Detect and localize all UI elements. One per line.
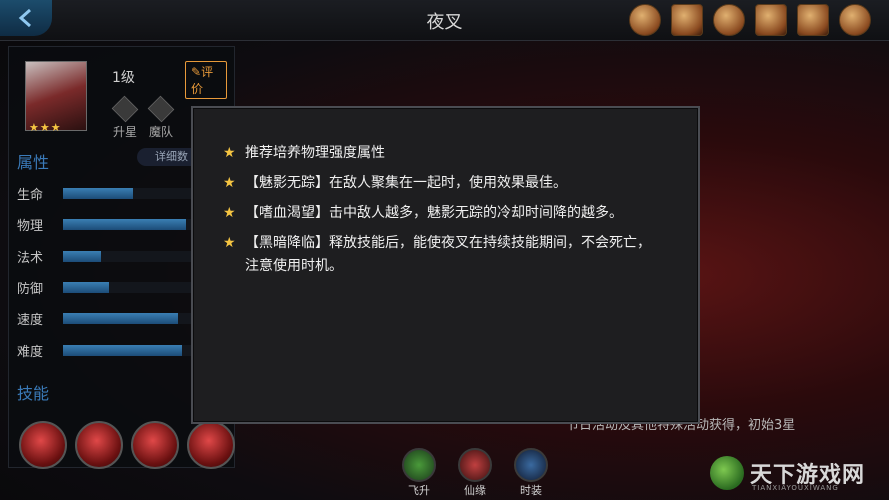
- star-icon: ★: [223, 205, 236, 221]
- ascend-icon: [402, 448, 436, 482]
- attribute-bar: [63, 188, 203, 199]
- tab-ascend-label: 飞升: [408, 484, 430, 497]
- top-menu-icons: [629, 4, 871, 36]
- fate-icon: [458, 448, 492, 482]
- team-label: 魔队: [148, 125, 173, 139]
- skill-3-icon[interactable]: [131, 421, 179, 469]
- scroll-icon[interactable]: [671, 4, 703, 36]
- top-bar: 夜叉: [0, 0, 889, 41]
- tip-text: 【魅影无踪】在敌人聚集在一起时，使用效果最佳。: [245, 175, 567, 191]
- hero-level: 1级: [112, 70, 135, 86]
- attribute-bar: [63, 251, 203, 262]
- magnifier-icon[interactable]: [839, 4, 871, 36]
- skill-list: [19, 421, 235, 469]
- tab-costume-label: 时装: [520, 484, 542, 497]
- attribute-fill: [63, 219, 187, 230]
- tips-list: ★ 推荐培养物理强度属性 ★ 【魅影无踪】在敌人聚集在一起时，使用效果最佳。 ★…: [223, 142, 663, 285]
- attribute-fill: [63, 188, 133, 199]
- hero-stars: ★★★: [29, 121, 62, 134]
- attribute-fill: [63, 313, 178, 324]
- attribute-bar: [63, 345, 203, 356]
- medal-icon[interactable]: [629, 4, 661, 36]
- attribute-fill: [63, 282, 110, 293]
- star-icon: ★: [223, 175, 236, 191]
- tip-text: 【黑暗降临】释放技能后，能使夜叉在持续技能期间，不会死亡，注意使用时机。: [245, 235, 651, 274]
- star-icon: ★: [223, 145, 236, 161]
- attribute-label: 防御: [17, 282, 44, 297]
- skill-1-icon[interactable]: [19, 421, 67, 469]
- tab-fate[interactable]: 仙缘: [458, 448, 492, 498]
- hero-actions: 升星 魔队: [111, 95, 175, 140]
- coin-icon[interactable]: [713, 4, 745, 36]
- attribute-label: 物理: [17, 219, 44, 234]
- tip-item: ★ 【魅影无踪】在敌人聚集在一起时，使用效果最佳。: [223, 172, 663, 195]
- attribute-fill: [63, 251, 101, 262]
- attribute-bar: [63, 219, 203, 230]
- star-up-icon: [111, 95, 139, 123]
- skills-title: 技能: [17, 384, 50, 403]
- watermark-logo-icon: [710, 456, 744, 490]
- tip-item: ★ 【嗜血渴望】击中敌人越多，魅影无踪的冷却时间降的越多。: [223, 202, 663, 225]
- attribute-bar: [63, 313, 203, 324]
- tip-item: ★ 【黑暗降临】释放技能后，能使夜叉在持续技能期间，不会死亡，注意使用时机。: [223, 232, 663, 278]
- watermark: 天下游戏网 TIANXIAYOUXIWANG: [710, 456, 865, 492]
- costume-icon: [514, 448, 548, 482]
- book-icon[interactable]: [797, 4, 829, 36]
- skill-4-icon[interactable]: [187, 421, 235, 469]
- tip-text: 【嗜血渴望】击中敌人越多，魅影无踪的冷却时间降的越多。: [245, 205, 623, 221]
- star-up-label: 升星: [112, 125, 137, 139]
- team-button[interactable]: 魔队: [147, 95, 175, 140]
- watermark-subtext: TIANXIAYOUXIWANG: [752, 484, 839, 492]
- attribute-label: 生命: [17, 188, 44, 203]
- attribute-label: 法术: [17, 251, 44, 266]
- attribute-label: 难度: [17, 345, 44, 360]
- star-icon: ★: [223, 235, 236, 251]
- team-icon: [147, 95, 175, 123]
- attributes-title: 属性: [17, 153, 50, 172]
- tab-costume[interactable]: 时装: [514, 448, 548, 498]
- tab-fate-label: 仙缘: [464, 484, 486, 497]
- bottom-tabs: 飞升 仙缘 时装: [402, 448, 548, 498]
- skill-2-icon[interactable]: [75, 421, 123, 469]
- evaluate-button[interactable]: ✎评价: [185, 61, 227, 99]
- tip-text: 推荐培养物理强度属性: [245, 145, 385, 161]
- attribute-fill: [63, 345, 182, 356]
- tab-ascend[interactable]: 飞升: [402, 448, 436, 498]
- edit-icon: ✎: [191, 65, 202, 79]
- tip-item: ★ 推荐培养物理强度属性: [223, 142, 663, 165]
- star-up-button[interactable]: 升星: [111, 95, 139, 140]
- attribute-label: 速度: [17, 313, 44, 328]
- hero-tips-dialog[interactable]: ★ 推荐培养物理强度属性 ★ 【魅影无踪】在敌人聚集在一起时，使用效果最佳。 ★…: [191, 106, 700, 424]
- document-icon[interactable]: [755, 4, 787, 36]
- attribute-bar: [63, 282, 203, 293]
